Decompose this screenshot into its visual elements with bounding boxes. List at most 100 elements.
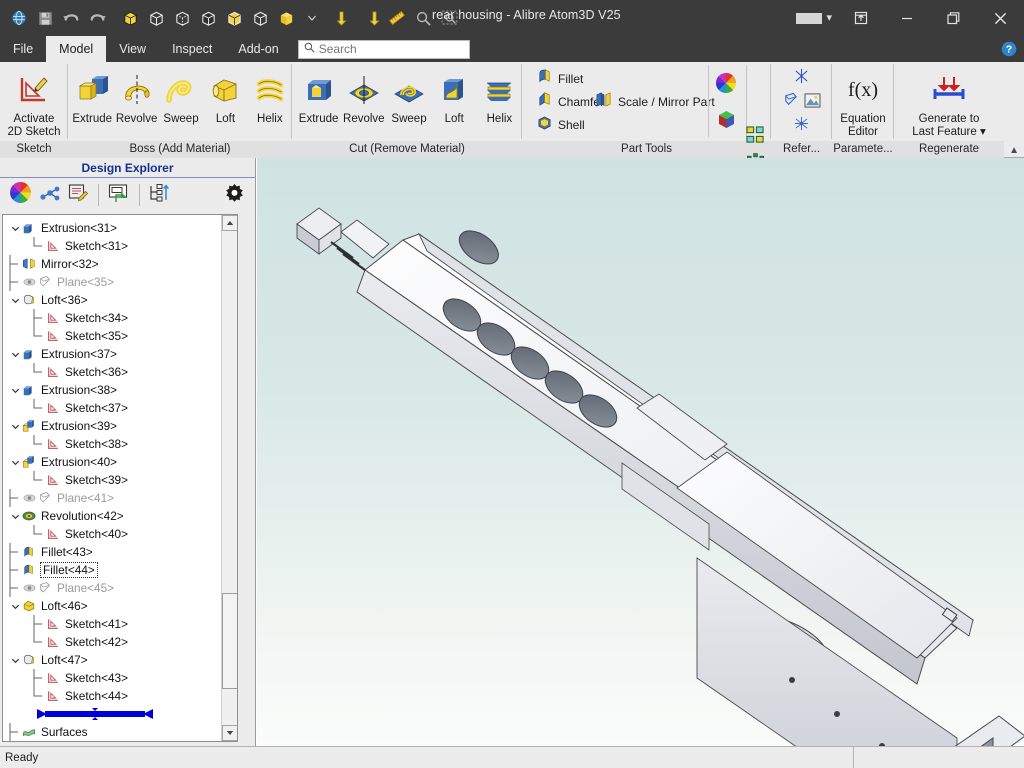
close-button[interactable] [976, 0, 1024, 36]
chevron-down-icon[interactable] [9, 458, 21, 467]
save-icon[interactable] [32, 5, 58, 31]
notes-icon[interactable] [68, 183, 89, 208]
material-cube-button[interactable] [716, 101, 737, 128]
color-wheel-button[interactable] [715, 72, 737, 98]
tree-item[interactable]: Plane<45> [3, 579, 237, 597]
scroll-down-arrow[interactable] [222, 725, 237, 741]
view-shaded-solid-icon[interactable] [273, 5, 299, 31]
3d-viewport[interactable] [257, 158, 1024, 746]
menu-item-file[interactable]: File [0, 36, 46, 62]
fillet-button[interactable]: Fillet [536, 67, 583, 90]
view-hidden-line-icon[interactable] [169, 5, 195, 31]
boss-helix-button[interactable]: Helix [248, 67, 292, 126]
measure-icon[interactable] [384, 5, 410, 31]
visibility-eye-icon[interactable] [21, 583, 37, 593]
cut-revolve-button[interactable]: Revolve [341, 67, 386, 126]
tree-item[interactable]: Extrusion<39> [3, 417, 237, 435]
reference-image-button[interactable] [804, 92, 821, 113]
tree-item[interactable]: Extrusion<40> [3, 453, 237, 471]
relationships-icon[interactable] [39, 183, 61, 208]
tree-item[interactable]: Loft<46> [3, 597, 237, 615]
chevron-down-icon[interactable] [9, 512, 21, 521]
view-dropdown-icon[interactable] [299, 5, 325, 31]
search-input[interactable] [318, 42, 459, 56]
view-shaded-edges-icon[interactable] [221, 5, 247, 31]
chevron-down-icon[interactable] [9, 350, 21, 359]
tree-item[interactable]: Fillet<44> [3, 561, 237, 579]
chevron-down-icon[interactable] [9, 422, 21, 431]
activate-2d-sketch-button[interactable]: Activate 2D Sketch [0, 67, 68, 138]
reference-plane-button[interactable] [783, 92, 799, 113]
cut-extrude-button[interactable]: Extrude [296, 67, 341, 126]
menu-item-inspect[interactable]: Inspect [159, 36, 225, 62]
tree-item[interactable]: Sketch<36> [3, 363, 237, 381]
tree-item[interactable]: Fillet<43> [3, 543, 237, 561]
tree-item[interactable]: Sketch<42> [3, 633, 237, 651]
tree-item[interactable]: Loft<47> [3, 651, 237, 669]
chevron-down-icon[interactable] [9, 656, 21, 665]
rotate-right-icon[interactable] [358, 5, 384, 31]
reference-point-button[interactable] [793, 116, 810, 136]
app-globe-icon[interactable] [6, 5, 32, 31]
chevron-down-icon[interactable] [9, 224, 21, 233]
view-wireframe-edges-icon[interactable] [247, 5, 273, 31]
cut-helix-button[interactable]: Helix [477, 67, 522, 126]
tree-item[interactable]: Plane<41> [3, 489, 237, 507]
rollback-bar[interactable] [3, 705, 237, 723]
equation-editor-button[interactable]: f(x) Equation Editor [832, 67, 894, 138]
export-view-icon[interactable] [108, 183, 130, 208]
restore-up-button[interactable] [838, 0, 884, 36]
visibility-eye-icon[interactable] [21, 493, 37, 503]
help-icon[interactable]: ? [1000, 40, 1018, 58]
tree-item[interactable]: Sketch<35> [3, 327, 237, 345]
tree-item[interactable]: Sketch<34> [3, 309, 237, 327]
minimize-button[interactable] [884, 0, 930, 36]
tree-item[interactable]: Plane<35> [3, 273, 237, 291]
menu-item-model[interactable]: Model [46, 36, 107, 62]
settings-gear-icon[interactable] [223, 182, 246, 209]
menu-item-view[interactable]: View [106, 36, 159, 62]
tree-item[interactable]: Mirror<32> [3, 255, 237, 273]
tree-item[interactable]: Extrusion<31> [3, 219, 237, 237]
boss-extrude-button[interactable]: Extrude [70, 67, 114, 126]
chevron-down-icon[interactable] [9, 386, 21, 395]
chamfer-button[interactable]: Chamfer [536, 90, 604, 113]
visibility-eye-icon[interactable] [21, 277, 37, 287]
tree-item[interactable]: Surfaces [3, 723, 237, 741]
tree-scrollbar-thumb[interactable] [222, 593, 237, 689]
boss-revolve-button[interactable]: Revolve [114, 67, 158, 126]
tree-item[interactable]: Sketch<44> [3, 687, 237, 705]
view-wireframe-icon[interactable] [143, 5, 169, 31]
tree-item[interactable]: Sketch<40> [3, 525, 237, 543]
design-explorer-tree[interactable]: Extrusion<31> Sketch<31> Mirror<32> Plane<3… [2, 214, 238, 742]
tree-item[interactable]: Revolution<42> [3, 507, 237, 525]
shell-button[interactable]: Shell [536, 113, 585, 136]
maximize-button[interactable] [930, 0, 976, 36]
tree-scrollbar[interactable] [221, 215, 237, 741]
cut-sweep-button[interactable]: Sweep [386, 67, 431, 126]
tree-item[interactable]: Sketch<38> [3, 435, 237, 453]
tree-item[interactable]: Sketch<37> [3, 399, 237, 417]
tree-item[interactable]: Sketch<43> [3, 669, 237, 687]
scale-mirror-part-button[interactable]: Scale / Mirror Part [594, 90, 715, 113]
view-shaded-icon[interactable] [117, 5, 143, 31]
scroll-up-arrow[interactable] [222, 215, 237, 231]
undo-icon[interactable] [58, 5, 84, 31]
expand-tree-icon[interactable] [149, 183, 170, 208]
boss-sweep-button[interactable]: Sweep [159, 67, 203, 126]
cut-loft-button[interactable]: Loft [432, 67, 477, 126]
tree-item[interactable]: Extrusion<37> [3, 345, 237, 363]
tree-item[interactable]: Extrusion<38> [3, 381, 237, 399]
search-box[interactable] [297, 39, 470, 59]
generate-to-last-feature-button[interactable]: Generate to Last Feature ▾ [901, 67, 997, 138]
pattern-grid-button[interactable] [746, 126, 765, 149]
view-hidden-line-removed-icon[interactable] [195, 5, 221, 31]
reference-axis-button[interactable] [793, 68, 810, 89]
rotate-left-icon[interactable] [332, 5, 358, 31]
tree-item[interactable]: Sketch<41> [3, 615, 237, 633]
redo-icon[interactable] [84, 5, 110, 31]
tree-item[interactable]: Sketch<39> [3, 471, 237, 489]
collapse-ribbon-icon[interactable]: ▲ [1009, 145, 1019, 156]
tree-item[interactable]: Loft<36> [3, 291, 237, 309]
tree-item[interactable]: Sketch<31> [3, 237, 237, 255]
